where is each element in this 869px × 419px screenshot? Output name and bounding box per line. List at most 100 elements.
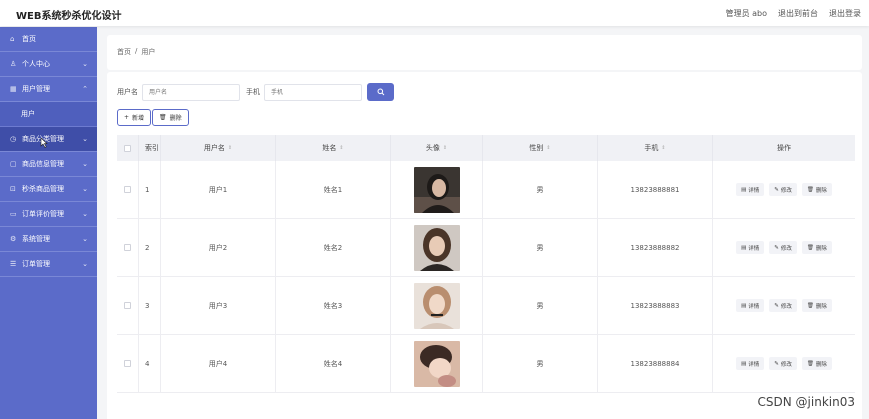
sidebar-subitem-user[interactable]: 用户 — [0, 102, 97, 127]
edit-icon: ✎ — [774, 244, 779, 251]
chevron-down-icon: ⌄ — [82, 60, 88, 68]
phone-cell: 13823888882 — [598, 219, 713, 276]
logout-link[interactable]: 退出登录 — [829, 8, 861, 19]
header-select-all — [117, 135, 139, 161]
row-delete-button[interactable]: 🗑 删除 — [801, 299, 832, 312]
clock-icon: ◷ — [10, 135, 17, 143]
doc-icon: ▭ — [10, 210, 17, 218]
sidebar-item-system-management[interactable]: ⚙ 系统管理 ⌄ — [0, 227, 97, 252]
edit-button[interactable]: ✎ 修改 — [769, 241, 797, 254]
sidebar-item-personal-center[interactable]: ♙ 个人中心 ⌄ — [0, 52, 97, 77]
admin-label[interactable]: 管理员 abo — [726, 8, 767, 19]
operations-cell: ▤ 详情 ✎ 修改 🗑 删除 — [713, 161, 855, 218]
username-cell: 用户4 — [161, 335, 276, 392]
table-row: 4 用户4 姓名4 男 13823888884 ▤ 详情 ✎ 修改 🗑 删除 — [117, 335, 855, 393]
search-button[interactable] — [367, 83, 394, 101]
header-label: 头像 — [425, 144, 440, 152]
row-delete-button[interactable]: 🗑 删除 — [801, 241, 832, 254]
edit-icon: ✎ — [774, 360, 779, 367]
header-sex[interactable]: 性别 ⇕ — [483, 135, 598, 161]
name-cell: 姓名4 — [276, 335, 391, 392]
person-icon: ♙ — [10, 60, 17, 68]
table-row: 3 用户3 姓名3 男 13823888883 ▤ 详情 ✎ 修改 🗑 删除 — [117, 277, 855, 335]
sidebar-item-user-management[interactable]: ▦ 用户管理 ⌃ — [0, 77, 97, 102]
row-select-cell — [117, 219, 139, 276]
detail-button[interactable]: ▤ 详情 — [736, 357, 765, 370]
exit-to-front-link[interactable]: 退出到前台 — [778, 8, 818, 19]
operations-cell: ▤ 详情 ✎ 修改 🗑 删除 — [713, 277, 855, 334]
phone-cell: 13823888884 — [598, 335, 713, 392]
phone-label: 手机 — [246, 88, 260, 96]
avatar — [413, 282, 460, 329]
gear-icon: ⚙ — [10, 235, 17, 243]
sidebar-item-order-management[interactable]: ☰ 订单管理 ⌄ — [0, 252, 97, 277]
row-actions: ▤ 详情 ✎ 修改 🗑 删除 — [736, 357, 832, 370]
phone-cell: 13823888881 — [598, 161, 713, 218]
detail-icon: ▤ — [741, 302, 747, 309]
sidebar-item-category-management[interactable]: ◷ 商品分类管理 ⌄ — [0, 127, 97, 152]
table-row: 2 用户2 姓名2 男 13823888882 ▤ 详情 ✎ 修改 🗑 删除 — [117, 219, 855, 277]
detail-button[interactable]: ▤ 详情 — [736, 241, 765, 254]
sidebar-item-order-review[interactable]: ▭ 订单评价管理 ⌄ — [0, 202, 97, 227]
breadcrumb-home[interactable]: 首页 — [117, 47, 131, 57]
delete-label: 删除 — [815, 187, 827, 194]
header-avatar[interactable]: 头像 ⇕ — [391, 135, 483, 161]
chevron-down-icon: ⌄ — [82, 210, 88, 218]
trash-icon: 🗑 — [806, 360, 814, 367]
detail-button[interactable]: ▤ 详情 — [736, 299, 765, 312]
avatar — [413, 340, 460, 387]
header-phone[interactable]: 手机 ⇕ — [598, 135, 713, 161]
sex-cell: 男 — [483, 219, 598, 276]
trash-icon: 🗑 — [806, 244, 814, 251]
row-checkbox[interactable] — [124, 302, 131, 309]
header-label: 姓名 — [322, 144, 337, 152]
header-operations: 操作 — [777, 144, 791, 152]
select-all-checkbox[interactable] — [124, 144, 131, 152]
edit-label: 修改 — [780, 303, 792, 310]
row-actions: ▤ 详情 ✎ 修改 🗑 删除 — [736, 183, 832, 196]
avatar-cell — [391, 219, 483, 276]
index-cell: 1 — [139, 161, 161, 218]
batch-delete-button[interactable]: 🗑 删除 — [152, 109, 189, 126]
row-delete-button[interactable]: 🗑 删除 — [801, 357, 832, 370]
index-cell: 3 — [139, 277, 161, 334]
username-search-input[interactable] — [142, 83, 240, 101]
avatar-cell — [391, 277, 483, 334]
row-checkbox[interactable] — [124, 244, 131, 251]
name-cell: 姓名1 — [276, 161, 391, 218]
add-button[interactable]: + 新增 — [117, 109, 152, 126]
row-checkbox[interactable] — [124, 360, 131, 367]
operations-cell: ▤ 详情 ✎ 修改 🗑 删除 — [713, 219, 855, 276]
detail-label: 详情 — [748, 303, 760, 310]
avatar — [413, 224, 460, 271]
sidebar-item-flash-sale[interactable]: ⊡ 秒杀商品管理 ⌄ — [0, 177, 97, 202]
delete-button-label: 删除 — [169, 115, 182, 122]
header-name[interactable]: 姓名 ⇕ — [276, 135, 391, 161]
phone-cell: 13823888883 — [598, 277, 713, 334]
row-actions: ▤ 详情 ✎ 修改 🗑 删除 — [736, 299, 832, 312]
edit-button[interactable]: ✎ 修改 — [769, 299, 797, 312]
row-actions: ▤ 详情 ✎ 修改 🗑 删除 — [736, 241, 832, 254]
row-delete-button[interactable]: 🗑 删除 — [801, 183, 832, 196]
detail-icon: ▤ — [741, 186, 747, 193]
search-bar: 用户名 手机 — [117, 82, 394, 102]
sidebar: ⌂ 首页 ♙ 个人中心 ⌄ ▦ 用户管理 ⌃ 用户 ◷ 商品分类管理 ⌄ ▢ 商… — [0, 27, 97, 419]
edit-button[interactable]: ✎ 修改 — [769, 357, 797, 370]
sort-icon: ⇕ — [227, 145, 233, 151]
delete-label: 删除 — [815, 245, 827, 252]
avatar-cell — [391, 335, 483, 392]
header-username[interactable]: 用户名 ⇕ — [161, 135, 276, 161]
avatar — [413, 166, 460, 213]
sidebar-item-product-info[interactable]: ▢ 商品信息管理 ⌄ — [0, 152, 97, 177]
detail-icon: ▤ — [741, 244, 747, 251]
edit-button[interactable]: ✎ 修改 — [769, 183, 797, 196]
row-checkbox[interactable] — [124, 186, 131, 193]
phone-search-input[interactable] — [264, 83, 362, 101]
action-bar: + 新增 🗑 删除 — [117, 109, 189, 126]
sidebar-item-home[interactable]: ⌂ 首页 — [0, 27, 97, 52]
edit-icon: ✎ — [774, 186, 779, 193]
sex-cell: 男 — [483, 277, 598, 334]
header-links: 管理员 abo 退出到前台 退出登录 — [726, 8, 861, 19]
detail-button[interactable]: ▤ 详情 — [736, 183, 765, 196]
detail-label: 详情 — [748, 245, 760, 252]
